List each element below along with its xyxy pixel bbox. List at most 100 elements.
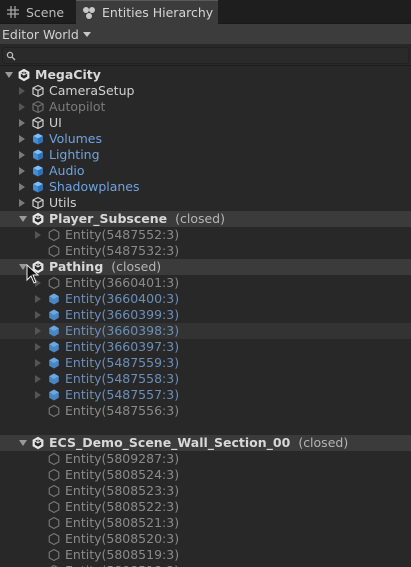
cube-blue-icon: [31, 164, 45, 178]
tree-item-label: Entity(5487532:3): [65, 243, 180, 258]
subscene-row[interactable]: ECS_Demo_Scene_Wall_Section_00 (closed): [0, 435, 411, 451]
expand-arrow-right-icon[interactable]: [35, 327, 41, 335]
cube-blue-icon: [31, 148, 45, 162]
cube-outline-icon: [31, 116, 45, 130]
tree-item-label: Entity(5808519:3): [65, 547, 180, 562]
expand-arrow-right-icon[interactable]: [19, 119, 25, 127]
search-icon: [6, 50, 18, 62]
closed-status: (closed): [111, 259, 162, 274]
tree-item-label: Entity(3660399:3): [65, 307, 180, 322]
tree-item-label: Entity(5487557:3): [65, 387, 180, 402]
cube-outline-icon: [31, 84, 45, 98]
expand-arrow-right-icon[interactable]: [35, 311, 41, 319]
subscene-row[interactable]: Pathing (closed): [0, 259, 411, 275]
tree-row[interactable]: Entity(3660397:3): [0, 339, 411, 355]
tree-row[interactable]: Entity(5808522:3): [0, 499, 411, 515]
tree-item-label: Entity(5487552:3): [65, 227, 180, 242]
closed-status: (closed): [298, 435, 349, 450]
expand-arrow-right-icon[interactable]: [35, 359, 41, 367]
tree-row[interactable]: Entity(3660398:3): [0, 323, 411, 339]
closed-status: (closed): [175, 211, 225, 226]
tree-row[interactable]: Audio: [0, 163, 411, 179]
expand-arrow-down-icon[interactable]: [19, 440, 27, 446]
hex-blue-icon: [47, 340, 61, 354]
tree-row[interactable]: Lighting: [0, 147, 411, 163]
tree-row[interactable]: Entity(3660400:3): [0, 291, 411, 307]
expand-arrow-right-icon[interactable]: [19, 151, 25, 159]
mouse-cursor-icon: [26, 264, 40, 284]
tree-row[interactable]: MegaCity: [0, 67, 411, 83]
tree-item-label: CameraSetup: [49, 83, 135, 98]
tree-row[interactable]: Autopilot: [0, 99, 411, 115]
tree-item-label: Entity(5487559:3): [65, 355, 180, 370]
expand-arrow-right-icon[interactable]: [19, 167, 25, 175]
tree-row[interactable]: Entity(5487557:3): [0, 387, 411, 403]
expand-arrow-right-icon[interactable]: [19, 135, 25, 143]
tree-row[interactable]: Entity(3660399:3): [0, 307, 411, 323]
expand-arrow-right-icon[interactable]: [19, 183, 25, 191]
expand-arrow-right-icon[interactable]: [35, 391, 41, 399]
tree-item-label: Entity(5487556:3): [65, 403, 180, 418]
tree-row[interactable]: Entity(5809287:3): [0, 451, 411, 467]
world-toolbar: Editor World: [0, 24, 411, 44]
unity-scene-icon: [17, 68, 31, 82]
tree-row[interactable]: Volumes: [0, 131, 411, 147]
tree-row[interactable]: Entity(5808523:3): [0, 483, 411, 499]
tree-item-label: Entity(5808518:3): [65, 563, 179, 567]
tree-row[interactable]: Entity(3660401:3): [0, 275, 411, 291]
tree-row[interactable]: Entity(5808524:3): [0, 467, 411, 483]
hex-outline-icon: [47, 228, 61, 242]
tree-item-label: Lighting: [49, 147, 100, 162]
tree-row[interactable]: Entity(5808519:3): [0, 547, 411, 563]
subscene-row[interactable]: Player_Subscene (closed): [0, 211, 411, 227]
tree-item-label: Audio: [49, 163, 85, 178]
tree-item-label: Shadowplanes: [49, 179, 140, 194]
hex-blue-icon: [47, 292, 61, 306]
tree-row[interactable]: Entity(5487559:3): [0, 355, 411, 371]
tree-item-label: Entity(5808521:3): [65, 515, 180, 530]
expand-arrow-right-icon[interactable]: [35, 295, 41, 303]
tree-row[interactable]: Entity(5808518:3): [0, 563, 411, 567]
tree-item-label: Autopilot: [49, 99, 106, 114]
expand-arrow-right-icon[interactable]: [35, 375, 41, 383]
hex-outline-icon: [47, 452, 61, 466]
tab-entities-label: Entities Hierarchy: [102, 5, 214, 20]
tree-row[interactable]: Entity(5808521:3): [0, 515, 411, 531]
search-input[interactable]: [2, 47, 409, 64]
world-selector-dropdown[interactable]: Editor World: [0, 24, 95, 44]
expand-arrow-down-icon[interactable]: [5, 72, 13, 78]
unity-scene-icon: [31, 212, 45, 226]
hex-blue-icon: [47, 308, 61, 322]
tree-item-label: MegaCity: [35, 67, 101, 82]
tree-item-label: Entity(3660397:3): [65, 339, 180, 354]
grid-icon: [6, 5, 20, 19]
tab-entities-hierarchy[interactable]: Entities Hierarchy: [76, 0, 218, 24]
tree-row[interactable]: Entity(5487558:3): [0, 371, 411, 387]
hex-outline-icon: [47, 404, 61, 418]
tree-row[interactable]: Shadowplanes: [0, 179, 411, 195]
expand-arrow-right-icon[interactable]: [19, 103, 25, 111]
tree-row[interactable]: Entity(5487552:3): [0, 227, 411, 243]
tree-row[interactable]: Entity(5487556:3): [0, 403, 411, 419]
tree-row[interactable]: UI: [0, 115, 411, 131]
tree-row[interactable]: CameraSetup: [0, 83, 411, 99]
tree-item-label: ECS_Demo_Scene_Wall_Section_00 (closed): [49, 435, 349, 450]
unity-scene-icon: [31, 436, 45, 450]
tab-bar: Scene Entities Hierarchy: [0, 0, 411, 24]
expand-arrow-right-icon[interactable]: [19, 87, 25, 95]
tab-scene[interactable]: Scene: [4, 0, 74, 24]
cube-outline-icon: [31, 196, 45, 210]
hex-outline-icon: [47, 468, 61, 482]
tree-row[interactable]: Utils: [0, 195, 411, 211]
expand-arrow-right-icon[interactable]: [35, 231, 41, 239]
tree-row[interactable]: Entity(5487532:3): [0, 243, 411, 259]
hex-blue-icon: [47, 324, 61, 338]
tree-item-label: Entity(3660401:3): [65, 275, 180, 290]
expand-arrow-right-icon[interactable]: [19, 199, 25, 207]
hex-outline-icon: [47, 516, 61, 530]
entities-icon: [82, 6, 96, 20]
hex-outline-icon: [47, 244, 61, 258]
expand-arrow-down-icon[interactable]: [19, 216, 27, 222]
tree-row[interactable]: Entity(5808520:3): [0, 531, 411, 547]
expand-arrow-right-icon[interactable]: [35, 343, 41, 351]
